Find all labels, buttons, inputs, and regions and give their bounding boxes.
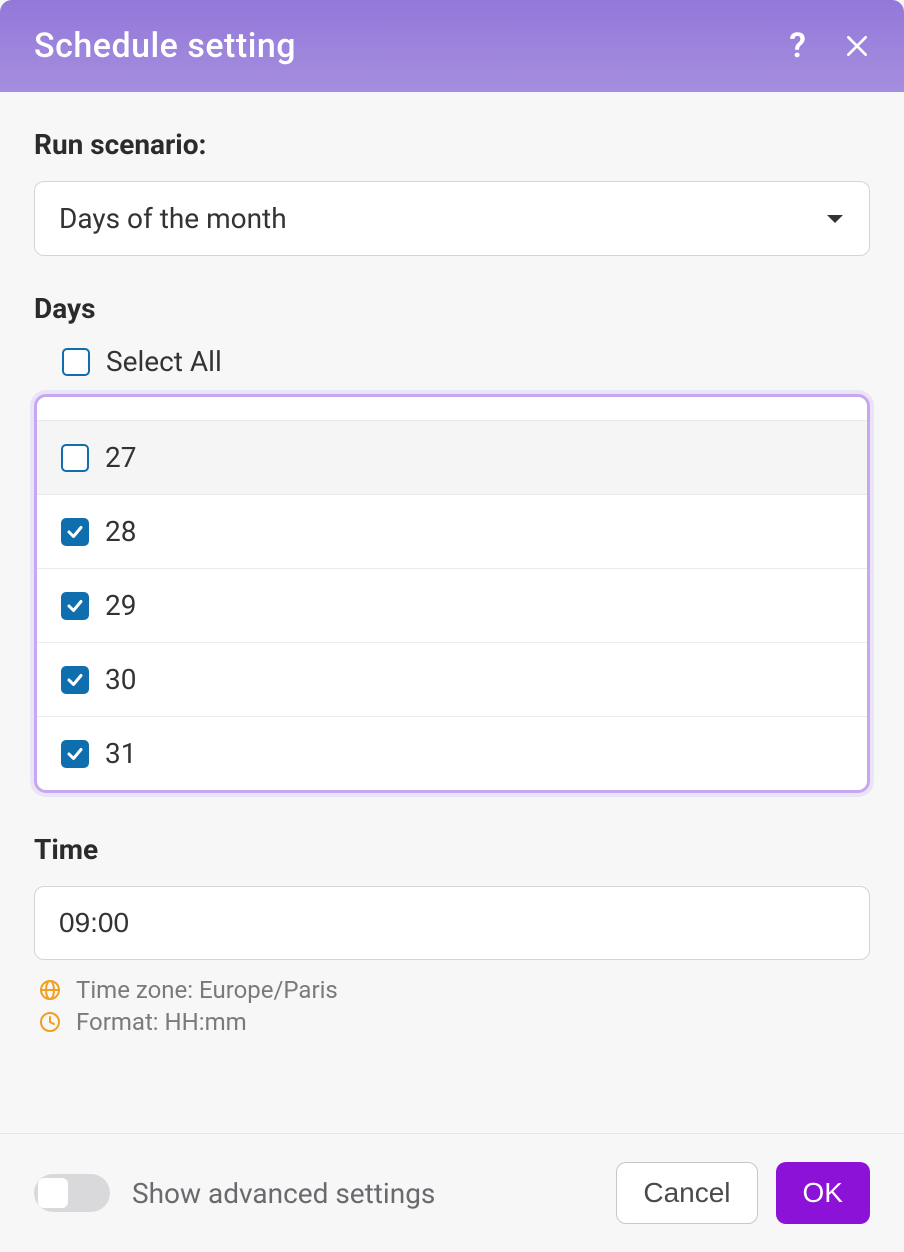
day-31-checkbox[interactable] — [61, 740, 89, 768]
day-row-31[interactable]: 31 — [37, 717, 867, 790]
day-28-label: 28 — [105, 515, 136, 548]
cancel-button[interactable]: Cancel — [616, 1162, 757, 1224]
day-27-checkbox[interactable] — [61, 444, 89, 472]
ok-button[interactable]: OK — [776, 1162, 870, 1224]
timezone-hint-row: Time zone: Europe/Paris — [34, 974, 870, 1006]
select-all-label: Select All — [106, 345, 222, 378]
day-row-28[interactable]: 28 — [37, 495, 867, 569]
day-28-checkbox[interactable] — [61, 518, 89, 546]
day-29-checkbox[interactable] — [61, 592, 89, 620]
close-icon[interactable] — [844, 33, 870, 59]
modal-title: Schedule setting — [34, 26, 296, 66]
day-row-27[interactable]: 27 — [37, 421, 867, 495]
select-all-checkbox[interactable] — [62, 348, 90, 376]
day-30-label: 30 — [105, 663, 136, 696]
day-row-29[interactable]: 29 — [37, 569, 867, 643]
time-label: Time — [34, 833, 870, 866]
day-27-label: 27 — [105, 441, 136, 474]
format-hint-text: Format: HH:mm — [76, 1008, 247, 1036]
advanced-settings-label: Show advanced settings — [132, 1177, 435, 1210]
days-label: Days — [34, 292, 870, 325]
days-list-edge — [37, 397, 867, 421]
day-row-30[interactable]: 30 — [37, 643, 867, 717]
footer-right: Cancel OK — [616, 1162, 870, 1224]
select-all-row[interactable]: Select All — [34, 345, 870, 394]
advanced-settings-toggle[interactable] — [34, 1174, 110, 1212]
run-scenario-select[interactable]: Days of the month — [34, 181, 870, 256]
modal-content: Run scenario: Days of the month Days Sel… — [0, 92, 904, 1133]
globe-icon — [38, 978, 62, 1002]
toggle-knob — [38, 1178, 68, 1208]
chevron-down-icon — [825, 209, 845, 229]
days-list: 27 28 29 30 — [34, 394, 870, 793]
day-31-label: 31 — [105, 737, 136, 770]
day-29-label: 29 — [105, 589, 136, 622]
run-scenario-value: Days of the month — [59, 202, 287, 235]
modal-header: Schedule setting ? — [0, 0, 904, 92]
format-hint-row: Format: HH:mm — [34, 1006, 870, 1038]
help-icon[interactable]: ? — [789, 26, 806, 66]
footer-left: Show advanced settings — [34, 1174, 435, 1212]
time-input[interactable] — [34, 886, 870, 960]
day-30-checkbox[interactable] — [61, 666, 89, 694]
timezone-hint-text: Time zone: Europe/Paris — [76, 976, 338, 1004]
modal-footer: Show advanced settings Cancel OK — [0, 1133, 904, 1252]
header-actions: ? — [789, 26, 870, 66]
clock-icon — [38, 1010, 62, 1034]
schedule-setting-modal: Schedule setting ? Run scenario: Days of… — [0, 0, 904, 1252]
run-scenario-label: Run scenario: — [34, 128, 870, 161]
